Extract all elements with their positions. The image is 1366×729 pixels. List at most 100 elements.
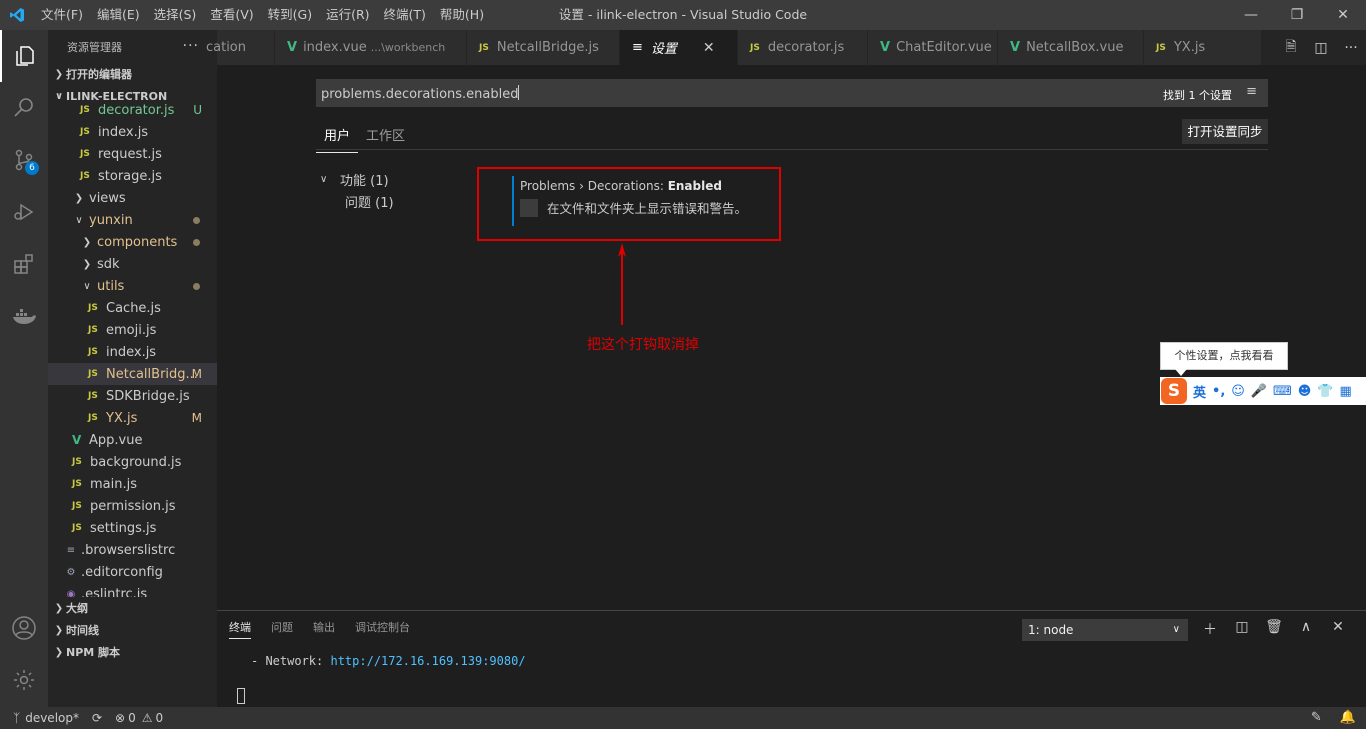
editor-tab[interactable]: JSNetcallBridge.js xyxy=(467,30,620,65)
tree-item[interactable]: JSYX.jsM xyxy=(48,407,217,429)
tab-problems[interactable]: 问题 xyxy=(271,619,293,639)
tab-debug-console[interactable]: 调试控制台 xyxy=(355,619,410,639)
tree-item[interactable]: JSdecorator.jsU xyxy=(48,99,217,121)
open-editors-section[interactable]: ❯ 打开的编辑器 xyxy=(48,63,217,85)
menu-run[interactable]: 运行(R) xyxy=(319,0,376,30)
tab-output[interactable]: 输出 xyxy=(313,619,335,639)
tree-item[interactable]: ❯components xyxy=(48,231,217,253)
feedback-icon[interactable]: ✎ xyxy=(1311,710,1322,725)
close-window-button[interactable]: ✕ xyxy=(1320,0,1366,30)
user-icon[interactable]: ☻ xyxy=(1298,384,1312,399)
sogou-logo-icon[interactable]: S xyxy=(1161,378,1187,404)
tree-item[interactable]: JSrequest.js xyxy=(48,143,217,165)
menu-selection[interactable]: 选择(S) xyxy=(147,0,204,30)
tree-item[interactable]: JSsettings.js xyxy=(48,517,217,539)
tree-item[interactable]: JSindex.js xyxy=(48,121,217,143)
trash-icon[interactable]: 🗑 xyxy=(1258,619,1290,639)
editor-tab[interactable]: VChatEditor.vue xyxy=(868,30,998,65)
editor-tab[interactable]: JSdecorator.js xyxy=(738,30,868,65)
chevron-down-icon: ∨ xyxy=(320,174,340,185)
tree-item[interactable]: JSpermission.js xyxy=(48,495,217,517)
editor-actions: 🗎 ◫ ··· xyxy=(1276,30,1366,65)
new-terminal-icon[interactable]: ＋ xyxy=(1194,619,1226,639)
editor-tab[interactable]: VNetcallBox.vue xyxy=(998,30,1144,65)
tree-item[interactable]: JSindex.js xyxy=(48,341,217,363)
js-file-icon: JS xyxy=(80,105,92,115)
menu-terminal[interactable]: 终端(T) xyxy=(377,0,433,30)
settings-sync-button[interactable]: 打开设置同步 xyxy=(1182,119,1268,144)
tree-item[interactable]: ◉.eslintrc.js xyxy=(48,583,217,597)
tree-item[interactable]: ⚙.editorconfig xyxy=(48,561,217,583)
close-tab-icon[interactable]: ✕ xyxy=(703,40,715,56)
more-actions-icon[interactable]: ··· xyxy=(183,38,199,54)
account-icon[interactable] xyxy=(0,602,48,654)
tree-item[interactable]: ≡.browserslistrc xyxy=(48,539,217,561)
menu-go[interactable]: 转到(G) xyxy=(261,0,319,30)
extensions-icon[interactable] xyxy=(0,238,48,290)
terminal-select[interactable]: 1: node ∨ xyxy=(1022,619,1188,641)
tree-item[interactable]: JSSDKBridge.js xyxy=(48,385,217,407)
tree-item[interactable]: ❯views xyxy=(48,187,217,209)
editor-tab[interactable]: ≡设置✕ xyxy=(620,30,738,65)
split-editor-icon[interactable]: ◫ xyxy=(1306,40,1336,56)
annotation-box xyxy=(477,167,781,241)
explorer-icon[interactable] xyxy=(0,30,48,82)
menu-help[interactable]: 帮助(H) xyxy=(433,0,491,30)
ime-lang-toggle[interactable]: 英 xyxy=(1193,382,1206,401)
menu-view[interactable]: 查看(V) xyxy=(203,0,260,30)
timeline-section[interactable]: ❯ 时间线 xyxy=(48,619,217,641)
menu-edit[interactable]: 编辑(E) xyxy=(90,0,147,30)
punctuation-icon[interactable]: •, xyxy=(1212,384,1225,399)
git-status-badge: M xyxy=(192,411,202,425)
js-file-icon: JS xyxy=(88,303,100,313)
search-icon[interactable] xyxy=(0,82,48,134)
manage-gear-icon[interactable] xyxy=(0,654,48,706)
close-panel-icon[interactable]: ✕ xyxy=(1322,619,1354,639)
run-debug-icon[interactable] xyxy=(0,186,48,238)
settings-search-box[interactable]: problems.decorations.enabled 找到 1 个设置 ≡ xyxy=(316,79,1268,107)
outline-section[interactable]: ❯ 大纲 xyxy=(48,597,217,619)
tab-label: NetcallBox.vue xyxy=(1026,40,1123,55)
npm-scripts-label: NPM 脚本 xyxy=(66,644,120,660)
tree-item[interactable]: VApp.vue xyxy=(48,429,217,451)
clear-filter-icon[interactable]: ≡ xyxy=(1246,84,1257,99)
editor-tab[interactable]: JSYX.js xyxy=(1144,30,1262,65)
microphone-icon[interactable]: 🎤 xyxy=(1251,384,1267,399)
emoji-icon[interactable]: ☺ xyxy=(1231,384,1245,399)
tree-item[interactable]: JSbackground.js xyxy=(48,451,217,473)
open-settings-json-icon[interactable]: 🗎 xyxy=(1276,36,1306,60)
tree-item[interactable]: JSCache.js xyxy=(48,297,217,319)
maximize-panel-icon[interactable]: ∧ xyxy=(1290,619,1322,639)
tree-item[interactable]: JSNetcallBridg...M xyxy=(48,363,217,385)
npm-scripts-section[interactable]: ❯ NPM 脚本 xyxy=(48,641,217,663)
sync-icon[interactable]: ⟳ xyxy=(92,711,102,725)
toc-problems[interactable]: 问题 (1) xyxy=(320,190,394,212)
tab-terminal[interactable]: 终端 xyxy=(229,619,251,639)
modified-dot-icon xyxy=(193,239,200,246)
keyboard-icon[interactable]: ⌨ xyxy=(1273,384,1292,399)
minimize-button[interactable]: — xyxy=(1228,0,1274,30)
tree-item[interactable]: ∨utils xyxy=(48,275,217,297)
restore-button[interactable]: ❐ xyxy=(1274,0,1320,30)
source-control-icon[interactable]: 6 xyxy=(0,134,48,186)
tree-item[interactable]: ∨yunxin xyxy=(48,209,217,231)
grid-icon[interactable]: ▦ xyxy=(1340,384,1352,399)
more-actions-icon[interactable]: ··· xyxy=(1336,40,1366,56)
tree-item[interactable]: JSstorage.js xyxy=(48,165,217,187)
tree-item[interactable]: JSmain.js xyxy=(48,473,217,495)
editor-tab[interactable]: cation xyxy=(217,30,275,65)
terminal-url[interactable]: http://172.16.169.139:9080/ xyxy=(330,654,525,668)
tree-item[interactable]: ❯sdk xyxy=(48,253,217,275)
docker-icon[interactable] xyxy=(0,290,48,342)
branch-status[interactable]: ᛉ develop* xyxy=(13,711,79,725)
split-terminal-icon[interactable]: ◫ xyxy=(1226,619,1258,639)
problems-status[interactable]: ⊗ 0 ⚠ 0 xyxy=(115,711,163,725)
toc-features[interactable]: ∨功能 (1) xyxy=(320,168,394,190)
warning-icon: ⚠ xyxy=(142,711,153,725)
skin-icon[interactable]: 👕 xyxy=(1317,384,1333,399)
notifications-bell-icon[interactable]: 🔔 xyxy=(1340,710,1356,725)
settings-search-input[interactable]: problems.decorations.enabled xyxy=(321,85,519,102)
menu-file[interactable]: 文件(F) xyxy=(34,0,90,30)
editor-tab[interactable]: Vindex.vue...\workbench xyxy=(275,30,467,65)
tree-item[interactable]: JSemoji.js xyxy=(48,319,217,341)
